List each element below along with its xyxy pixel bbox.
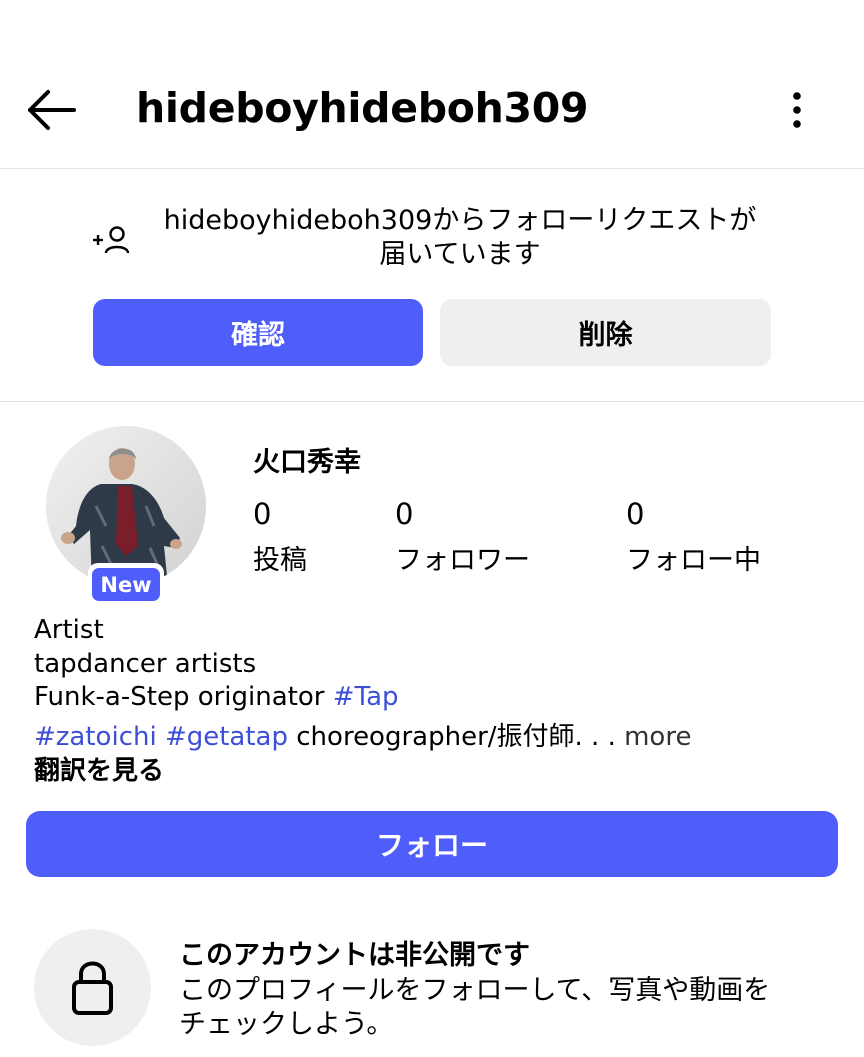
- arrow-left-icon: [28, 90, 76, 130]
- profile-name: 火口秀幸: [253, 447, 361, 478]
- new-badge-label: New: [92, 568, 160, 601]
- posts-count: 0: [253, 497, 272, 531]
- new-badge: New: [88, 563, 164, 606]
- bio-line-2: tapdancer artists: [34, 649, 257, 679]
- back-button[interactable]: [24, 88, 78, 132]
- private-account-description: このプロフィールをフォローして、写真や動画を チェックしよう。: [179, 974, 839, 1042]
- bio-line-4: #zatoichi #getatap choreographer/振付師. . …: [34, 716, 691, 753]
- follow-request-message: hideboyhideboh309からフォローリクエストが 届いています: [130, 204, 790, 272]
- bio-line-3-text: Funk-a-Step originator: [34, 682, 333, 712]
- followers-label[interactable]: フォロワー: [395, 538, 530, 577]
- follow-request-line-2: 届いています: [379, 239, 541, 270]
- hashtag-zatoichi[interactable]: #zatoichi: [34, 722, 157, 752]
- follow-request-line-1: hideboyhideboh309からフォローリクエストが: [163, 205, 757, 236]
- add-person-icon: [93, 226, 130, 254]
- bio-line-4-text: choreographer/振付師. . .: [288, 722, 625, 752]
- posts-label[interactable]: 投稿: [253, 538, 307, 577]
- following-count: 0: [626, 497, 645, 531]
- private-description-line-2: チェックしよう。: [179, 1009, 394, 1040]
- page-title: hideboyhideboh309: [136, 84, 589, 132]
- avatar-photo: [46, 426, 206, 586]
- translate-link[interactable]: 翻訳を見る: [34, 750, 164, 787]
- delete-request-button[interactable]: 削除: [440, 299, 771, 366]
- bio-more-link[interactable]: more: [624, 722, 691, 752]
- follow-button[interactable]: フォロー: [26, 811, 838, 877]
- hashtag-tap[interactable]: #Tap: [333, 682, 399, 712]
- bio-line-1: Artist: [34, 615, 104, 645]
- top-app-bar: hideboyhideboh309: [0, 0, 864, 169]
- more-options-button[interactable]: [776, 88, 818, 132]
- lock-icon: [72, 961, 113, 1015]
- followers-count: 0: [395, 497, 414, 531]
- private-description-line-1: このプロフィールをフォローして、写真や動画を: [179, 975, 771, 1006]
- more-vertical-icon: [793, 92, 801, 128]
- avatar[interactable]: [46, 426, 206, 586]
- following-label[interactable]: フォロー中: [626, 538, 761, 577]
- confirm-request-button[interactable]: 確認: [93, 299, 423, 366]
- hashtag-getatap[interactable]: #getatap: [165, 722, 288, 752]
- private-account-title: このアカウントは非公開です: [179, 940, 530, 971]
- lock-icon-container: [34, 929, 151, 1046]
- bio-line-3: Funk-a-Step originator #Tap: [34, 682, 399, 712]
